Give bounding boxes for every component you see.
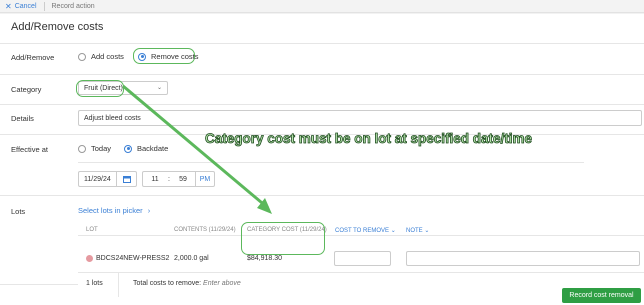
chevron-right-icon: › — [147, 206, 151, 215]
note-input[interactable] — [406, 251, 640, 266]
radio-today[interactable]: Today — [78, 144, 111, 153]
record-cost-removal-button[interactable]: Record cost removal — [562, 288, 641, 303]
total-costs-summary: Total costs to remove: Enter above — [133, 280, 241, 287]
calendar-icon[interactable] — [116, 172, 136, 186]
time-field[interactable]: 11 : 59 PM — [142, 171, 215, 187]
total-costs-value: Enter above — [203, 280, 241, 287]
total-costs-label: Total costs to remove: — [133, 280, 202, 287]
radio-label: Add costs — [91, 52, 124, 61]
highlight-box — [241, 222, 325, 255]
radio-remove-costs[interactable]: Remove costs — [138, 52, 199, 61]
lot-category-cost: $84,918.30 — [247, 255, 283, 262]
divider — [0, 284, 78, 285]
highlight-box — [76, 80, 124, 97]
category-label: Category — [11, 85, 42, 94]
radio-circle — [138, 52, 146, 61]
column-header-label: NOTE — [406, 228, 423, 234]
lot-color-dot — [86, 255, 93, 262]
divider — [43, 1, 45, 11]
details-label: Details — [11, 114, 34, 123]
radio-circle — [78, 144, 86, 153]
divider — [78, 162, 584, 163]
radio-backdate[interactable]: Backdate — [124, 144, 168, 153]
divider — [118, 273, 119, 297]
table-divider — [78, 235, 644, 236]
ampm-toggle[interactable]: PM — [195, 172, 214, 186]
annotation-text: Category cost must be on lot at specifie… — [205, 131, 533, 147]
select-lots-link[interactable]: Select lots in picker › — [78, 206, 150, 215]
divider — [0, 43, 644, 44]
date-value: 11/29/24 — [84, 175, 111, 183]
radio-circle — [78, 52, 86, 61]
lot-name[interactable]: BDCS24NEW-PRESS2 — [96, 255, 169, 262]
column-header-lot: LOT — [86, 227, 98, 233]
column-header-cost-to-remove[interactable]: COST TO REMOVE ⌄ — [335, 227, 396, 234]
radio-circle — [124, 144, 132, 153]
radio-label: Today — [91, 144, 112, 153]
radio-add-costs[interactable]: Add costs — [78, 52, 124, 61]
select-lots-label: Select lots in picker — [78, 206, 143, 215]
effective-at-label: Effective at — [11, 145, 48, 154]
column-header-note[interactable]: NOTE ⌄ — [406, 227, 429, 234]
cost-to-remove-input[interactable] — [334, 251, 391, 266]
lots-count: 1 lots — [86, 280, 103, 287]
breadcrumb: Record action — [51, 2, 95, 10]
radio-label: Backdate — [137, 144, 169, 153]
column-header-label: COST TO REMOVE — [335, 228, 390, 234]
add-remove-label: Add/Remove — [11, 53, 55, 62]
close-icon: ✕ — [5, 1, 12, 11]
page-title: Add/Remove costs — [11, 21, 104, 33]
chevron-down-icon: ⌄ — [156, 85, 162, 91]
cancel-label: Cancel — [14, 2, 37, 10]
chevron-down-icon: ⌄ — [424, 228, 430, 234]
lots-label: Lots — [11, 207, 26, 216]
minute-input[interactable]: 59 — [171, 176, 195, 183]
date-field[interactable]: 11/29/24 — [78, 171, 137, 187]
lot-contents: 2,000.0 gal — [174, 255, 209, 262]
cancel-link[interactable]: ✕ Cancel — [5, 2, 37, 11]
divider — [0, 74, 644, 75]
divider — [0, 104, 644, 105]
radio-label: Remove costs — [151, 52, 199, 61]
details-value: Adjust bleed costs — [84, 114, 141, 122]
form-panel: Add/Remove costs Add/Remove Add costs Re… — [0, 14, 644, 305]
hour-input[interactable]: 11 — [143, 176, 167, 183]
chevron-down-icon: ⌄ — [390, 228, 396, 234]
column-header-contents: CONTENTS (11/29/24) — [174, 227, 236, 233]
table-divider — [78, 272, 644, 273]
details-input[interactable]: Adjust bleed costs — [78, 110, 642, 126]
top-bar: ✕ Cancel Record action — [0, 0, 644, 13]
divider — [0, 195, 644, 196]
